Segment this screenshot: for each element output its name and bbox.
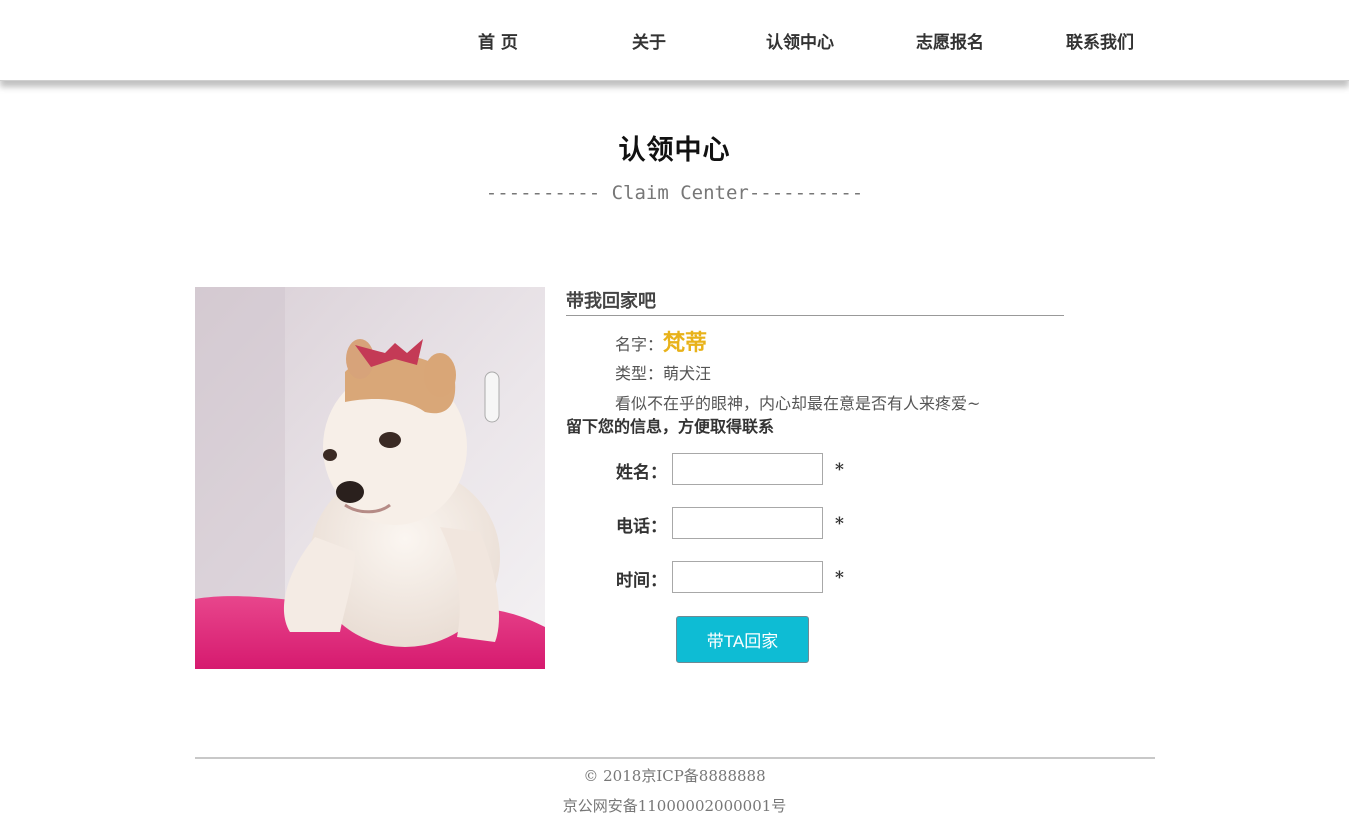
- nav-about[interactable]: 关于: [632, 28, 666, 53]
- page-subtitle: ---------- Claim Center----------: [485, 182, 864, 204]
- page-title: 认领中心: [618, 135, 731, 166]
- footer-record: 京公网安备11000002000001号: [562, 797, 787, 815]
- phone-required-mark: *: [835, 514, 844, 534]
- time-required-mark: *: [835, 568, 844, 588]
- time-field-label: 时间：: [616, 571, 667, 591]
- card-divider: [566, 315, 1064, 316]
- puppy-photo: [195, 287, 545, 669]
- footer-copyright: © 2018京ICP备8888888: [583, 767, 766, 785]
- take-home-button[interactable]: 带TA回家: [676, 616, 809, 663]
- nav-home[interactable]: 首 页: [478, 28, 518, 53]
- pet-name-value: 梵蒂: [663, 330, 708, 356]
- name-field-label: 姓名：: [616, 463, 667, 483]
- phone-field-label: 电话：: [616, 517, 667, 537]
- nav-volunteer-signup[interactable]: 志愿报名: [916, 28, 984, 53]
- pet-name-label: 名字：: [615, 335, 664, 354]
- card-heading: 带我回家吧: [566, 291, 656, 312]
- nav-contact-us[interactable]: 联系我们: [1066, 28, 1134, 53]
- nav-claim-center[interactable]: 认领中心: [766, 28, 834, 53]
- form-note: 留下您的信息，方便取得联系: [566, 417, 775, 436]
- pet-type: 类型：萌犬汪: [615, 364, 712, 383]
- name-input[interactable]: [672, 453, 823, 485]
- footer-divider: [195, 757, 1155, 759]
- top-navigation-bar: 首 页 关于 认领中心 志愿报名 联系我们: [0, 0, 1349, 81]
- time-input[interactable]: [672, 561, 823, 593]
- phone-input[interactable]: [672, 507, 823, 539]
- pet-description: 看似不在乎的眼神，内心却最在意是否有人来疼爱~: [615, 394, 981, 413]
- name-required-mark: *: [835, 460, 844, 480]
- pet-name-row: 名字：梵蒂: [615, 325, 707, 357]
